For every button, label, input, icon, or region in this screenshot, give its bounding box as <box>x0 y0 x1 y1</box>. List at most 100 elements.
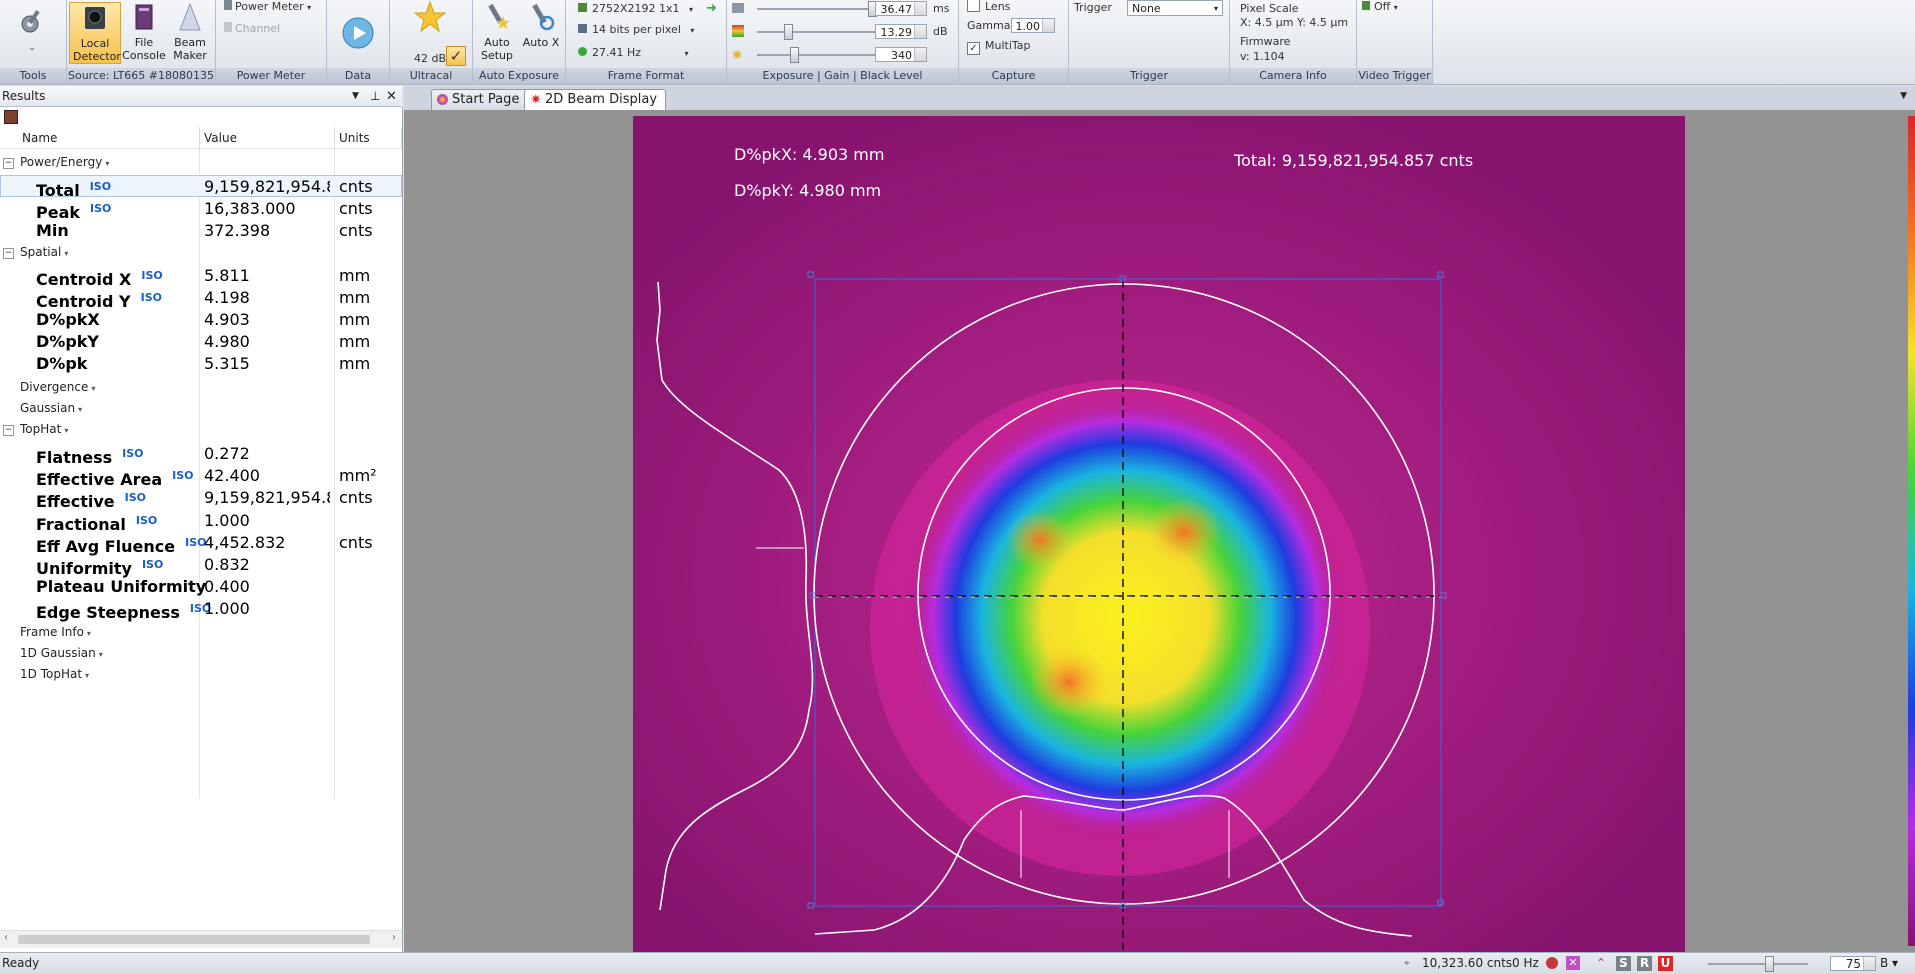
bit-depth-dropdown[interactable]: 14 bits per pixel ▾ <box>578 23 694 36</box>
table-row[interactable]: TotalISO 9,159,821,954.857 cnts <box>0 175 402 200</box>
file-console-button[interactable]: File Console <box>122 2 166 62</box>
multitap-checkbox-box[interactable]: ✓ <box>967 42 980 55</box>
file-console-icon <box>135 4 153 30</box>
exposure-input[interactable]: 36.47 <box>875 1 927 16</box>
lens-checkbox[interactable]: Lens <box>967 0 1010 13</box>
status-chevrons-icon[interactable]: ⌃ <box>1594 956 1608 970</box>
multitap-checkbox[interactable]: ✓ MultiTap <box>967 39 1031 55</box>
column-header-value[interactable]: Value <box>200 127 335 149</box>
table-row[interactable]: D%pk 5.315 mm <box>0 353 402 375</box>
table-row[interactable]: Plateau Uniformity 0.400 <box>0 576 402 598</box>
star-icon <box>413 0 447 33</box>
ultracal-button[interactable] <box>412 0 448 37</box>
black-level-input[interactable]: 340 <box>875 47 927 62</box>
arrow-right-icon[interactable]: ➜ <box>706 1 717 16</box>
video-trigger-dropdown[interactable]: Off ▾ <box>1362 0 1398 13</box>
auto-x-button[interactable]: Auto X <box>521 2 561 49</box>
ultracal-checkbox[interactable]: ✓ <box>446 46 466 66</box>
result-value: 0.832 <box>204 555 250 574</box>
table-row[interactable]: Flatness ISO 0.272 <box>0 443 402 467</box>
category-power-energy[interactable]: Power/Energy ▾ <box>20 152 109 174</box>
table-row[interactable]: Edge Steepness ISO 1.000 <box>0 598 402 622</box>
beam-display-canvas[interactable]: D%pkX: 4.903 mm D%pkY: 4.980 mm Total: 9… <box>404 110 1915 952</box>
auto-setup-button[interactable]: Auto Setup <box>477 2 517 62</box>
table-row[interactable]: Centroid Y ISO 4.198 mm <box>0 287 402 311</box>
table-row[interactable]: Eff Avg Fluence ISO 4,452.832 cnts <box>0 532 402 556</box>
zoom-slider-thumb[interactable] <box>1765 956 1774 972</box>
zoom-input[interactable]: 75 <box>1830 956 1876 971</box>
results-toolbar-icon[interactable] <box>4 110 18 124</box>
iso-badge: ISO <box>141 558 164 571</box>
document-tabs: Start Page ✷ 2D Beam Display ▼ <box>404 86 1915 111</box>
resolution-dropdown[interactable]: 2752X2192 1x1 ▾ <box>578 2 693 15</box>
collapse-toggle[interactable]: − <box>3 248 14 259</box>
table-row[interactable]: D%pkY 4.980 mm <box>0 331 402 353</box>
scrollbar-thumb[interactable] <box>18 935 370 944</box>
lens-checkbox-box[interactable] <box>967 0 980 12</box>
chevron-down-icon[interactable]: ▼ <box>352 86 359 107</box>
result-value: 1.000 <box>204 511 250 530</box>
pin-icon[interactable]: ⊥ <box>370 86 380 107</box>
table-row[interactable]: D%pkX 4.903 mm <box>0 309 402 331</box>
channel-dropdown[interactable]: Channel <box>224 22 280 35</box>
column-header-name[interactable]: Name <box>0 127 200 149</box>
result-name: Plateau Uniformity <box>36 577 207 596</box>
tab-start-page[interactable]: Start Page <box>431 89 529 110</box>
status-s-button[interactable]: S <box>1616 956 1631 971</box>
local-detector-button[interactable]: Local Detector <box>69 2 121 64</box>
result-name: Edge Steepness ISO <box>36 602 212 622</box>
gain-input[interactable]: 13.29 <box>875 24 927 39</box>
power-meter-dropdown[interactable]: Power Meter ▾ <box>224 0 311 13</box>
table-row[interactable]: Effective Area ISO 42.400 mm² <box>0 465 402 489</box>
collapse-toggle[interactable]: − <box>3 158 14 169</box>
close-icon[interactable]: ✕ <box>386 86 397 107</box>
status-x-icon[interactable]: ✕ <box>1566 956 1580 970</box>
beam-maker-button[interactable]: Beam Maker <box>167 2 213 62</box>
result-unit: cnts <box>339 221 373 240</box>
chevron-down-icon: ▾ <box>1393 3 1398 12</box>
tools-button[interactable]: ⌄ <box>12 2 52 55</box>
frame-rate-dropdown[interactable]: 27.41 Hz ▾ <box>578 46 689 59</box>
result-unit: mm <box>339 332 371 351</box>
tools-group: ⌄ Tools <box>0 0 67 84</box>
beam-profile <box>907 394 1345 841</box>
scroll-left-icon[interactable]: ‹ <box>4 932 8 943</box>
camera-info-caption: Camera Info <box>1230 68 1356 84</box>
beam-display-workspace: D%pkX: 4.903 mm D%pkY: 4.980 mm Total: 9… <box>404 110 1915 952</box>
gain-unit: dB <box>933 25 948 38</box>
column-header-units[interactable]: Units <box>335 127 402 149</box>
table-row[interactable]: EffectiveISO 9,159,821,954.857 cnts <box>0 487 402 511</box>
table-row[interactable]: Centroid X ISO 5.811 mm <box>0 265 402 289</box>
table-row[interactable]: Min 372.398 cnts <box>0 220 402 242</box>
black-level-slider-thumb[interactable] <box>790 47 799 63</box>
table-row[interactable]: Fractional ISO 1.000 <box>0 510 402 534</box>
zoom-unit-dropdown[interactable]: B ▾ <box>1880 953 1898 974</box>
wrench-star-icon <box>488 3 510 29</box>
category-divergence[interactable]: Divergence ▾ <box>20 377 95 399</box>
category-gaussian[interactable]: Gaussian ▾ <box>20 398 82 420</box>
camera-icon <box>85 7 105 29</box>
gain-slider-thumb[interactable] <box>784 24 793 40</box>
zoom-slider[interactable] <box>1708 963 1808 965</box>
category-1d-tophat[interactable]: 1D TopHat ▾ <box>20 664 89 686</box>
category-frame-info[interactable]: Frame Info ▾ <box>20 622 91 644</box>
beam-hotspot <box>1029 646 1109 718</box>
collapse-toggle[interactable]: − <box>3 425 14 436</box>
tab-2d-beam-display[interactable]: ✷ 2D Beam Display <box>524 89 667 110</box>
category-spatial[interactable]: Spatial ▾ <box>20 242 68 264</box>
gamma-input[interactable]: 1.00 <box>1011 18 1055 33</box>
category-1d-gaussian[interactable]: 1D Gaussian ▾ <box>20 643 103 665</box>
play-button[interactable] <box>340 16 376 53</box>
horizontal-scrollbar[interactable]: ‹ › <box>0 930 402 948</box>
status-r-button[interactable]: R <box>1637 956 1652 971</box>
category-tophat[interactable]: TopHat ▾ <box>20 419 68 441</box>
result-value: 372.398 <box>204 221 271 240</box>
status-u-button[interactable]: U <box>1658 956 1673 971</box>
data-caption: Data <box>327 68 389 84</box>
chevron-down-icon[interactable]: ▼ <box>1900 91 1907 101</box>
scroll-right-icon[interactable]: › <box>392 932 396 943</box>
trigger-select[interactable]: None ▾ <box>1127 0 1223 16</box>
table-row[interactable]: Uniformity ISO 0.832 <box>0 554 402 578</box>
status-record-icon[interactable] <box>1546 957 1558 969</box>
table-row[interactable]: Peak ISO 16,383.000 cnts <box>0 198 402 222</box>
